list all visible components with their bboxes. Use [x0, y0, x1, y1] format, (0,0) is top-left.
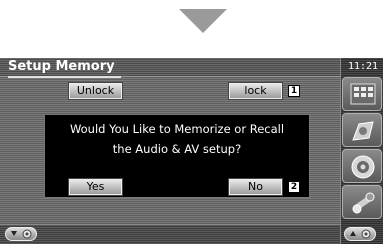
- grid-menu-icon: [350, 83, 376, 105]
- lock-button[interactable]: lock: [228, 82, 283, 100]
- dialog-message-line-1: Would You Like to Memorize or Recall: [69, 122, 285, 136]
- setup-memory-screen: Setup Memory 11:21 Unlock lock 1 Would Y…: [0, 58, 383, 244]
- page-title: Setup Memory: [8, 58, 121, 78]
- setup-tools-icon: [352, 192, 375, 214]
- side-menu-audio-button[interactable]: [342, 149, 382, 183]
- scroll-up-button[interactable]: [344, 227, 376, 241]
- no-button[interactable]: No: [228, 178, 283, 196]
- unlock-button[interactable]: Unlock: [68, 82, 123, 100]
- side-menu-source-button[interactable]: [342, 113, 382, 147]
- callout-marker-2: 2: [288, 181, 300, 193]
- bottom-bar: [0, 224, 340, 244]
- down-arrow-indicator: [179, 9, 227, 33]
- yes-button[interactable]: Yes: [68, 178, 123, 196]
- scroll-down-button[interactable]: [5, 227, 37, 241]
- clock-display: 11:21: [347, 61, 379, 72]
- chevron-up-icon: [350, 229, 371, 239]
- media-source-icon: [352, 121, 374, 141]
- chevron-down-icon: [11, 229, 32, 239]
- side-menu-setup-button[interactable]: [342, 185, 382, 219]
- side-menu-grid-button[interactable]: [342, 77, 382, 111]
- callout-marker-1: 1: [288, 85, 300, 97]
- dialog-message-line-2: the Audio & AV setup?: [112, 142, 242, 156]
- speaker-icon: [351, 155, 375, 179]
